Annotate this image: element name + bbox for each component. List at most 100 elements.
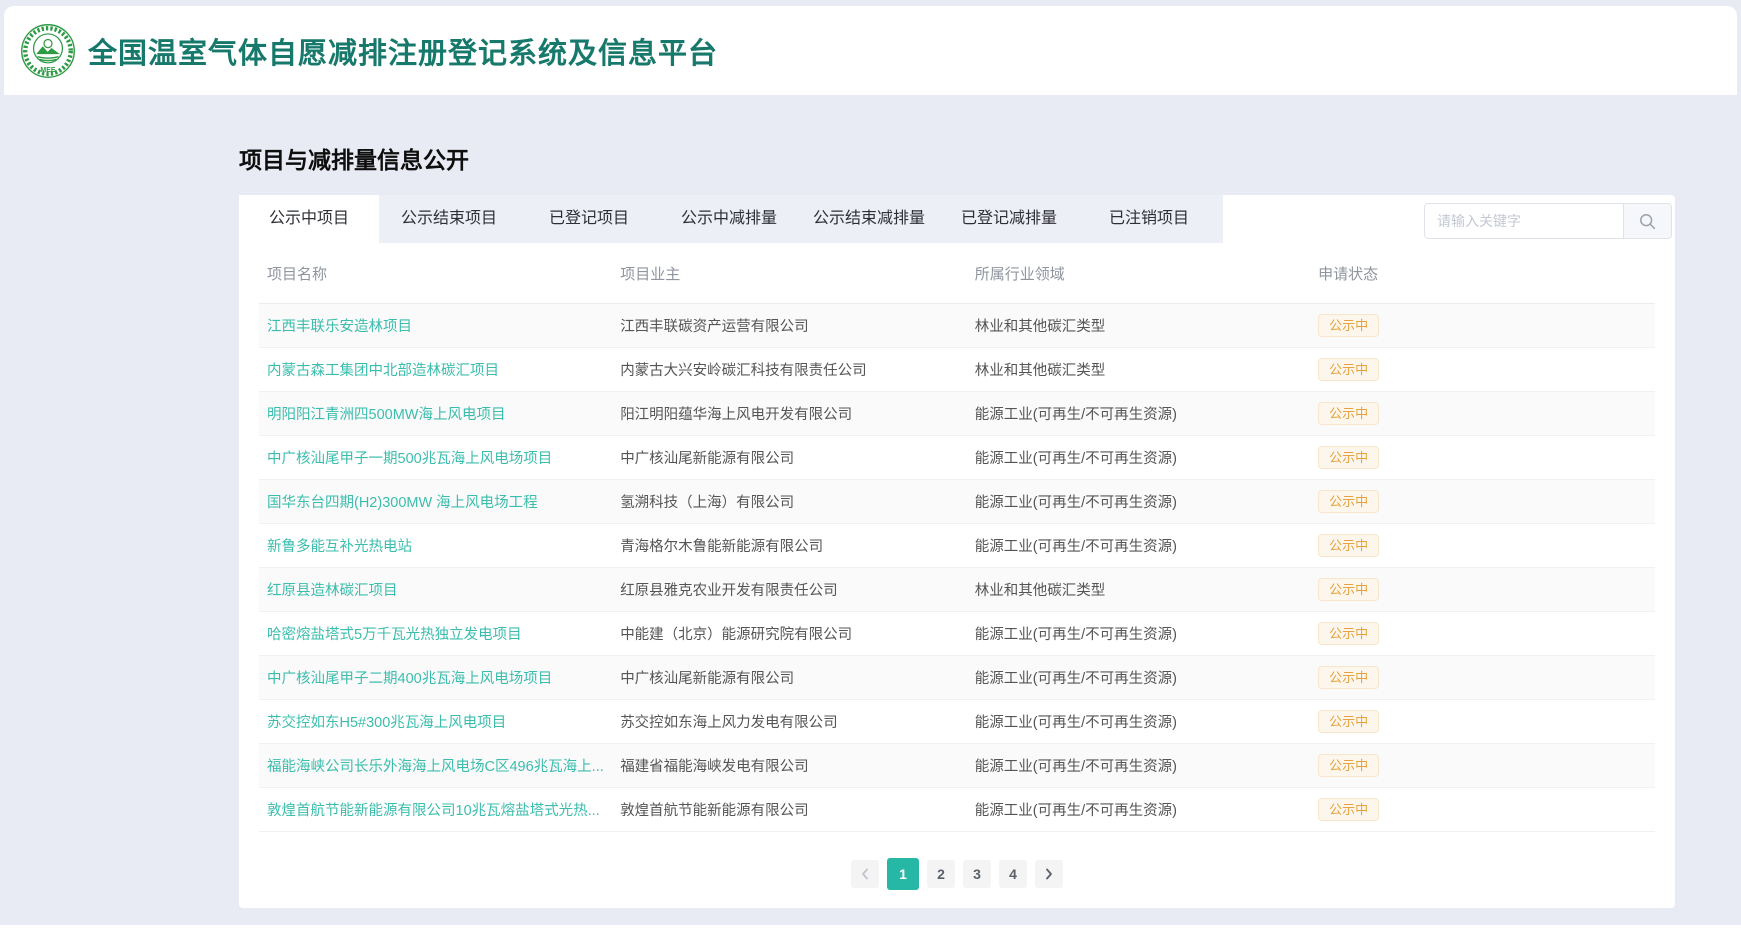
project-owner: 青海格尔木鲁能新能源有限公司 (612, 535, 967, 556)
pagination: 1234 (239, 858, 1675, 890)
status-badge: 公示中 (1318, 446, 1379, 469)
column-header-application-status: 申请状态 (1310, 263, 1655, 284)
project-owner: 氢溯科技（上海）有限公司 (612, 491, 967, 512)
table-row: 福能海峡公司长乐外海海上风电场C区496兆瓦海上...福建省福能海峡发电有限公司… (259, 744, 1655, 788)
industry-sector: 能源工业(可再生/不可再生资源) (967, 667, 1310, 688)
project-name-link[interactable]: 明阳阳江青洲四500MW海上风电项目 (259, 403, 612, 424)
status-badge: 公示中 (1318, 710, 1379, 733)
status-cell: 公示中 (1310, 622, 1655, 645)
project-name-link[interactable]: 敦煌首航节能新能源有限公司10兆瓦熔盐塔式光热... (259, 799, 612, 820)
project-name-link[interactable]: 中广核汕尾甲子二期400兆瓦海上风电场项目 (259, 667, 612, 688)
project-name-link[interactable]: 江西丰联乐安造林项目 (259, 315, 612, 336)
column-header-project-name: 项目名称 (259, 263, 612, 284)
project-name-link[interactable]: 内蒙古森工集团中北部造林碳汇项目 (259, 359, 612, 380)
status-cell: 公示中 (1310, 534, 1655, 557)
project-owner: 江西丰联碳资产运营有限公司 (612, 315, 967, 336)
project-name-link[interactable]: 福能海峡公司长乐外海海上风电场C区496兆瓦海上... (259, 755, 612, 776)
industry-sector: 林业和其他碳汇类型 (967, 359, 1310, 380)
status-cell: 公示中 (1310, 666, 1655, 689)
status-badge: 公示中 (1318, 490, 1379, 513)
search-input[interactable] (1425, 204, 1623, 238)
industry-sector: 林业和其他碳汇类型 (967, 315, 1310, 336)
project-name-link[interactable]: 红原县造林碳汇项目 (259, 579, 612, 600)
table-row: 苏交控如东H5#300兆瓦海上风电项目苏交控如东海上风力发电有限公司能源工业(可… (259, 700, 1655, 744)
industry-sector: 林业和其他碳汇类型 (967, 579, 1310, 600)
tab-bar: 公示中项目公示结束项目已登记项目公示中减排量公示结束减排量已登记减排量已注销项目 (239, 195, 1223, 243)
tab-item-4[interactable]: 公示结束减排量 (799, 195, 939, 243)
tab-item-2[interactable]: 已登记项目 (519, 195, 659, 243)
industry-sector: 能源工业(可再生/不可再生资源) (967, 711, 1310, 732)
tab-item-0[interactable]: 公示中项目 (239, 195, 379, 243)
project-owner: 苏交控如东海上风力发电有限公司 (612, 711, 967, 732)
page-title: 项目与减排量信息公开 (239, 145, 1675, 175)
tab-item-6[interactable]: 已注销项目 (1079, 195, 1219, 243)
industry-sector: 能源工业(可再生/不可再生资源) (967, 491, 1310, 512)
card-top: 公示中项目公示结束项目已登记项目公示中减排量公示结束减排量已登记减排量已注销项目 (239, 195, 1675, 243)
tab-item-3[interactable]: 公示中减排量 (659, 195, 799, 243)
prev-page-button[interactable] (851, 860, 879, 888)
projects-table: 项目名称 项目业主 所属行业领域 申请状态 江西丰联乐安造林项目江西丰联碳资产运… (259, 243, 1655, 832)
page-button-4[interactable]: 4 (999, 860, 1027, 888)
project-name-link[interactable]: 哈密熔盐塔式5万千瓦光热独立发电项目 (259, 623, 612, 644)
table-row: 哈密熔盐塔式5万千瓦光热独立发电项目中能建（北京）能源研究院有限公司能源工业(可… (259, 612, 1655, 656)
project-name-link[interactable]: 中广核汕尾甲子一期500兆瓦海上风电场项目 (259, 447, 612, 468)
project-owner: 福建省福能海峡发电有限公司 (612, 755, 967, 776)
table-row: 敦煌首航节能新能源有限公司10兆瓦熔盐塔式光热...敦煌首航节能新能源有限公司能… (259, 788, 1655, 832)
status-cell: 公示中 (1310, 578, 1655, 601)
app-header: MEE 全国温室气体自愿减排注册登记系统及信息平台 (4, 6, 1737, 95)
status-cell: 公示中 (1310, 798, 1655, 821)
industry-sector: 能源工业(可再生/不可再生资源) (967, 447, 1310, 468)
page-button-3[interactable]: 3 (963, 860, 991, 888)
status-badge: 公示中 (1318, 622, 1379, 645)
tab-item-1[interactable]: 公示结束项目 (379, 195, 519, 243)
app-title: 全国温室气体自愿减排注册登记系统及信息平台 (88, 30, 718, 72)
project-owner: 中广核汕尾新能源有限公司 (612, 667, 967, 688)
table-row: 红原县造林碳汇项目红原县雅克农业开发有限责任公司林业和其他碳汇类型公示中 (259, 568, 1655, 612)
project-owner: 内蒙古大兴安岭碳汇科技有限责任公司 (612, 359, 967, 380)
industry-sector: 能源工业(可再生/不可再生资源) (967, 535, 1310, 556)
table-row: 内蒙古森工集团中北部造林碳汇项目内蒙古大兴安岭碳汇科技有限责任公司林业和其他碳汇… (259, 348, 1655, 392)
table-row: 新鲁多能互补光热电站青海格尔木鲁能新能源有限公司能源工业(可再生/不可再生资源)… (259, 524, 1655, 568)
project-name-link[interactable]: 苏交控如东H5#300兆瓦海上风电项目 (259, 711, 612, 732)
page-button-2[interactable]: 2 (927, 860, 955, 888)
status-cell: 公示中 (1310, 754, 1655, 777)
project-owner: 中能建（北京）能源研究院有限公司 (612, 623, 967, 644)
status-cell: 公示中 (1310, 446, 1655, 469)
svg-text:MEE: MEE (40, 67, 56, 74)
table-row: 中广核汕尾甲子二期400兆瓦海上风电场项目中广核汕尾新能源有限公司能源工业(可再… (259, 656, 1655, 700)
main-content: 项目与减排量信息公开 公示中项目公示结束项目已登记项目公示中减排量公示结束减排量… (239, 145, 1675, 908)
table-row: 中广核汕尾甲子一期500兆瓦海上风电场项目中广核汕尾新能源有限公司能源工业(可再… (259, 436, 1655, 480)
project-name-link[interactable]: 国华东台四期(H2)300MW 海上风电场工程 (259, 491, 612, 512)
table-row: 江西丰联乐安造林项目江西丰联碳资产运营有限公司林业和其他碳汇类型公示中 (259, 304, 1655, 348)
tab-item-5[interactable]: 已登记减排量 (939, 195, 1079, 243)
status-cell: 公示中 (1310, 358, 1655, 381)
table-row: 国华东台四期(H2)300MW 海上风电场工程氢溯科技（上海）有限公司能源工业(… (259, 480, 1655, 524)
status-cell: 公示中 (1310, 490, 1655, 513)
search-icon (1639, 213, 1656, 230)
column-header-industry-sector: 所属行业领域 (967, 263, 1310, 284)
status-badge: 公示中 (1318, 358, 1379, 381)
status-cell: 公示中 (1310, 710, 1655, 733)
status-badge: 公示中 (1318, 666, 1379, 689)
project-name-link[interactable]: 新鲁多能互补光热电站 (259, 535, 612, 556)
table-header-row: 项目名称 项目业主 所属行业领域 申请状态 (259, 243, 1655, 304)
search-button[interactable] (1623, 204, 1671, 238)
industry-sector: 能源工业(可再生/不可再生资源) (967, 623, 1310, 644)
project-owner: 红原县雅克农业开发有限责任公司 (612, 579, 967, 600)
industry-sector: 能源工业(可再生/不可再生资源) (967, 403, 1310, 424)
page-button-1[interactable]: 1 (887, 858, 919, 890)
status-badge: 公示中 (1318, 578, 1379, 601)
status-badge: 公示中 (1318, 754, 1379, 777)
search-box (1424, 203, 1672, 239)
table-row: 明阳阳江青洲四500MW海上风电项目阳江明阳蕴华海上风电开发有限公司能源工业(可… (259, 392, 1655, 436)
industry-sector: 能源工业(可再生/不可再生资源) (967, 799, 1310, 820)
content-card: 公示中项目公示结束项目已登记项目公示中减排量公示结束减排量已登记减排量已注销项目… (239, 195, 1675, 908)
status-badge: 公示中 (1318, 798, 1379, 821)
project-owner: 阳江明阳蕴华海上风电开发有限公司 (612, 403, 967, 424)
project-owner: 中广核汕尾新能源有限公司 (612, 447, 967, 468)
footer-strip (0, 925, 1741, 939)
table-body: 江西丰联乐安造林项目江西丰联碳资产运营有限公司林业和其他碳汇类型公示中内蒙古森工… (259, 304, 1655, 832)
next-page-button[interactable] (1035, 860, 1063, 888)
status-cell: 公示中 (1310, 314, 1655, 337)
column-header-project-owner: 项目业主 (612, 263, 967, 284)
